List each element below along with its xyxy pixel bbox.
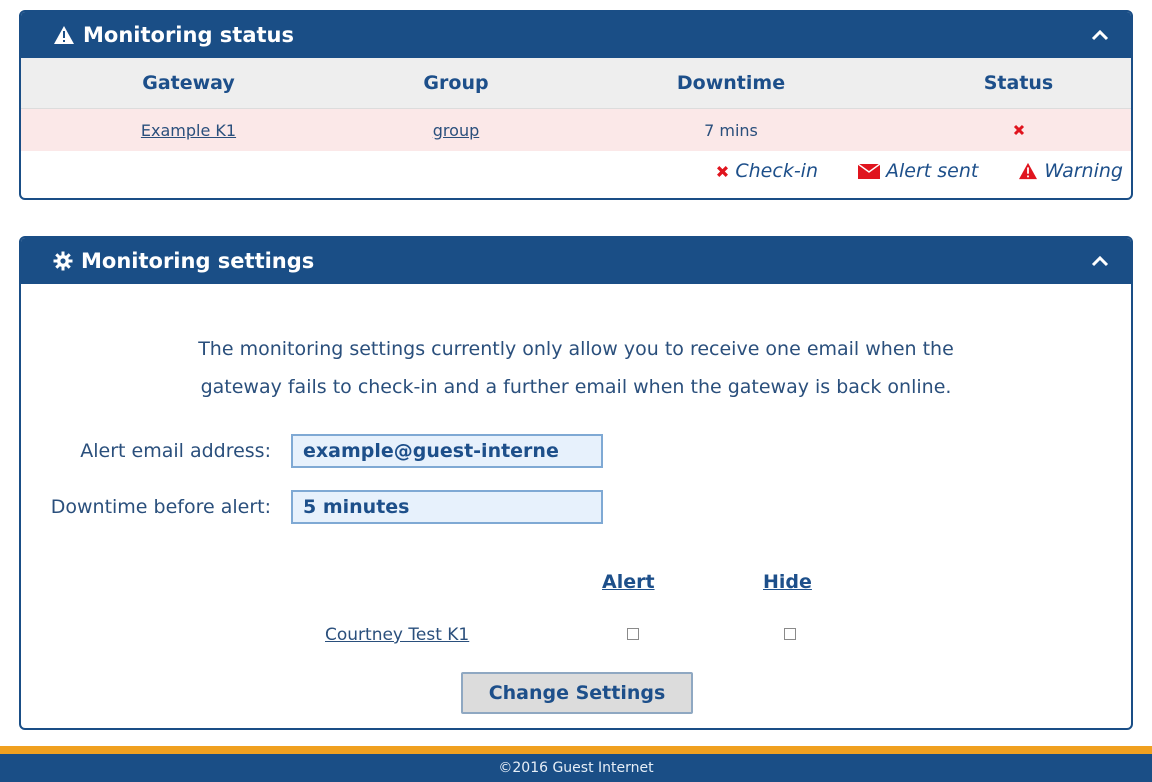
monitoring-settings-panel: Monitoring settings The monitoring setti… [19,236,1133,730]
warning-icon [1019,162,1038,180]
change-settings-button[interactable]: Change Settings [461,672,693,714]
footer-accent-stripe [0,746,1152,754]
x-icon [717,165,729,177]
envelope-icon [858,163,880,179]
column-header-group: Group [423,72,489,94]
monitoring-settings-header: Monitoring settings [21,238,1131,284]
gateway-link[interactable]: Courtney Test K1 [325,625,469,645]
column-header-hide[interactable]: Hide [763,571,812,593]
panel-title: Monitoring status [83,23,294,47]
panel-title: Monitoring settings [81,249,315,273]
column-header-downtime: Downtime [676,72,786,94]
downtime-value: 7 mins [704,120,758,140]
table-header: Gateway Group Downtime Status [21,58,1131,109]
downtime-before-alert-input[interactable] [291,490,603,524]
footer: ©2016 Guest Internet [0,754,1152,782]
collapse-chevron-icon[interactable] [1087,251,1113,271]
copyright-text: ©2016 Guest Internet [498,760,654,776]
status-legend: Check-in Alert sent Warning [21,151,1131,191]
column-header-status: Status [983,72,1054,94]
group-link[interactable]: group [433,121,479,140]
email-label: Alert email address: [80,440,271,462]
gateway-link[interactable]: Example K1 [141,121,236,140]
gear-icon [53,251,73,271]
collapse-chevron-icon[interactable] [1087,25,1113,45]
legend-label-alert-sent: Alert sent [886,160,979,182]
column-header-gateway: Gateway [142,72,235,94]
downtime-row: Downtime before alert: [21,490,603,524]
warning-icon [54,26,74,44]
legend-label-warning: Warning [1044,160,1123,182]
legend-label-checkin: Check-in [735,160,818,182]
hide-checkbox[interactable] [784,628,796,640]
downtime-label: Downtime before alert: [50,496,271,518]
column-header-alert[interactable]: Alert [602,571,655,593]
alert-checkbox[interactable] [627,628,639,640]
monitoring-status-header: Monitoring status [21,12,1131,58]
monitoring-status-panel: Monitoring status Gateway Group Downtime… [19,10,1133,200]
settings-description: The monitoring settings currently only a… [198,338,954,398]
alert-email-input[interactable] [291,434,603,468]
email-row: Alert email address: [21,434,603,468]
x-icon [1013,124,1024,135]
table-row: Example K1 group 7 mins [21,109,1131,151]
